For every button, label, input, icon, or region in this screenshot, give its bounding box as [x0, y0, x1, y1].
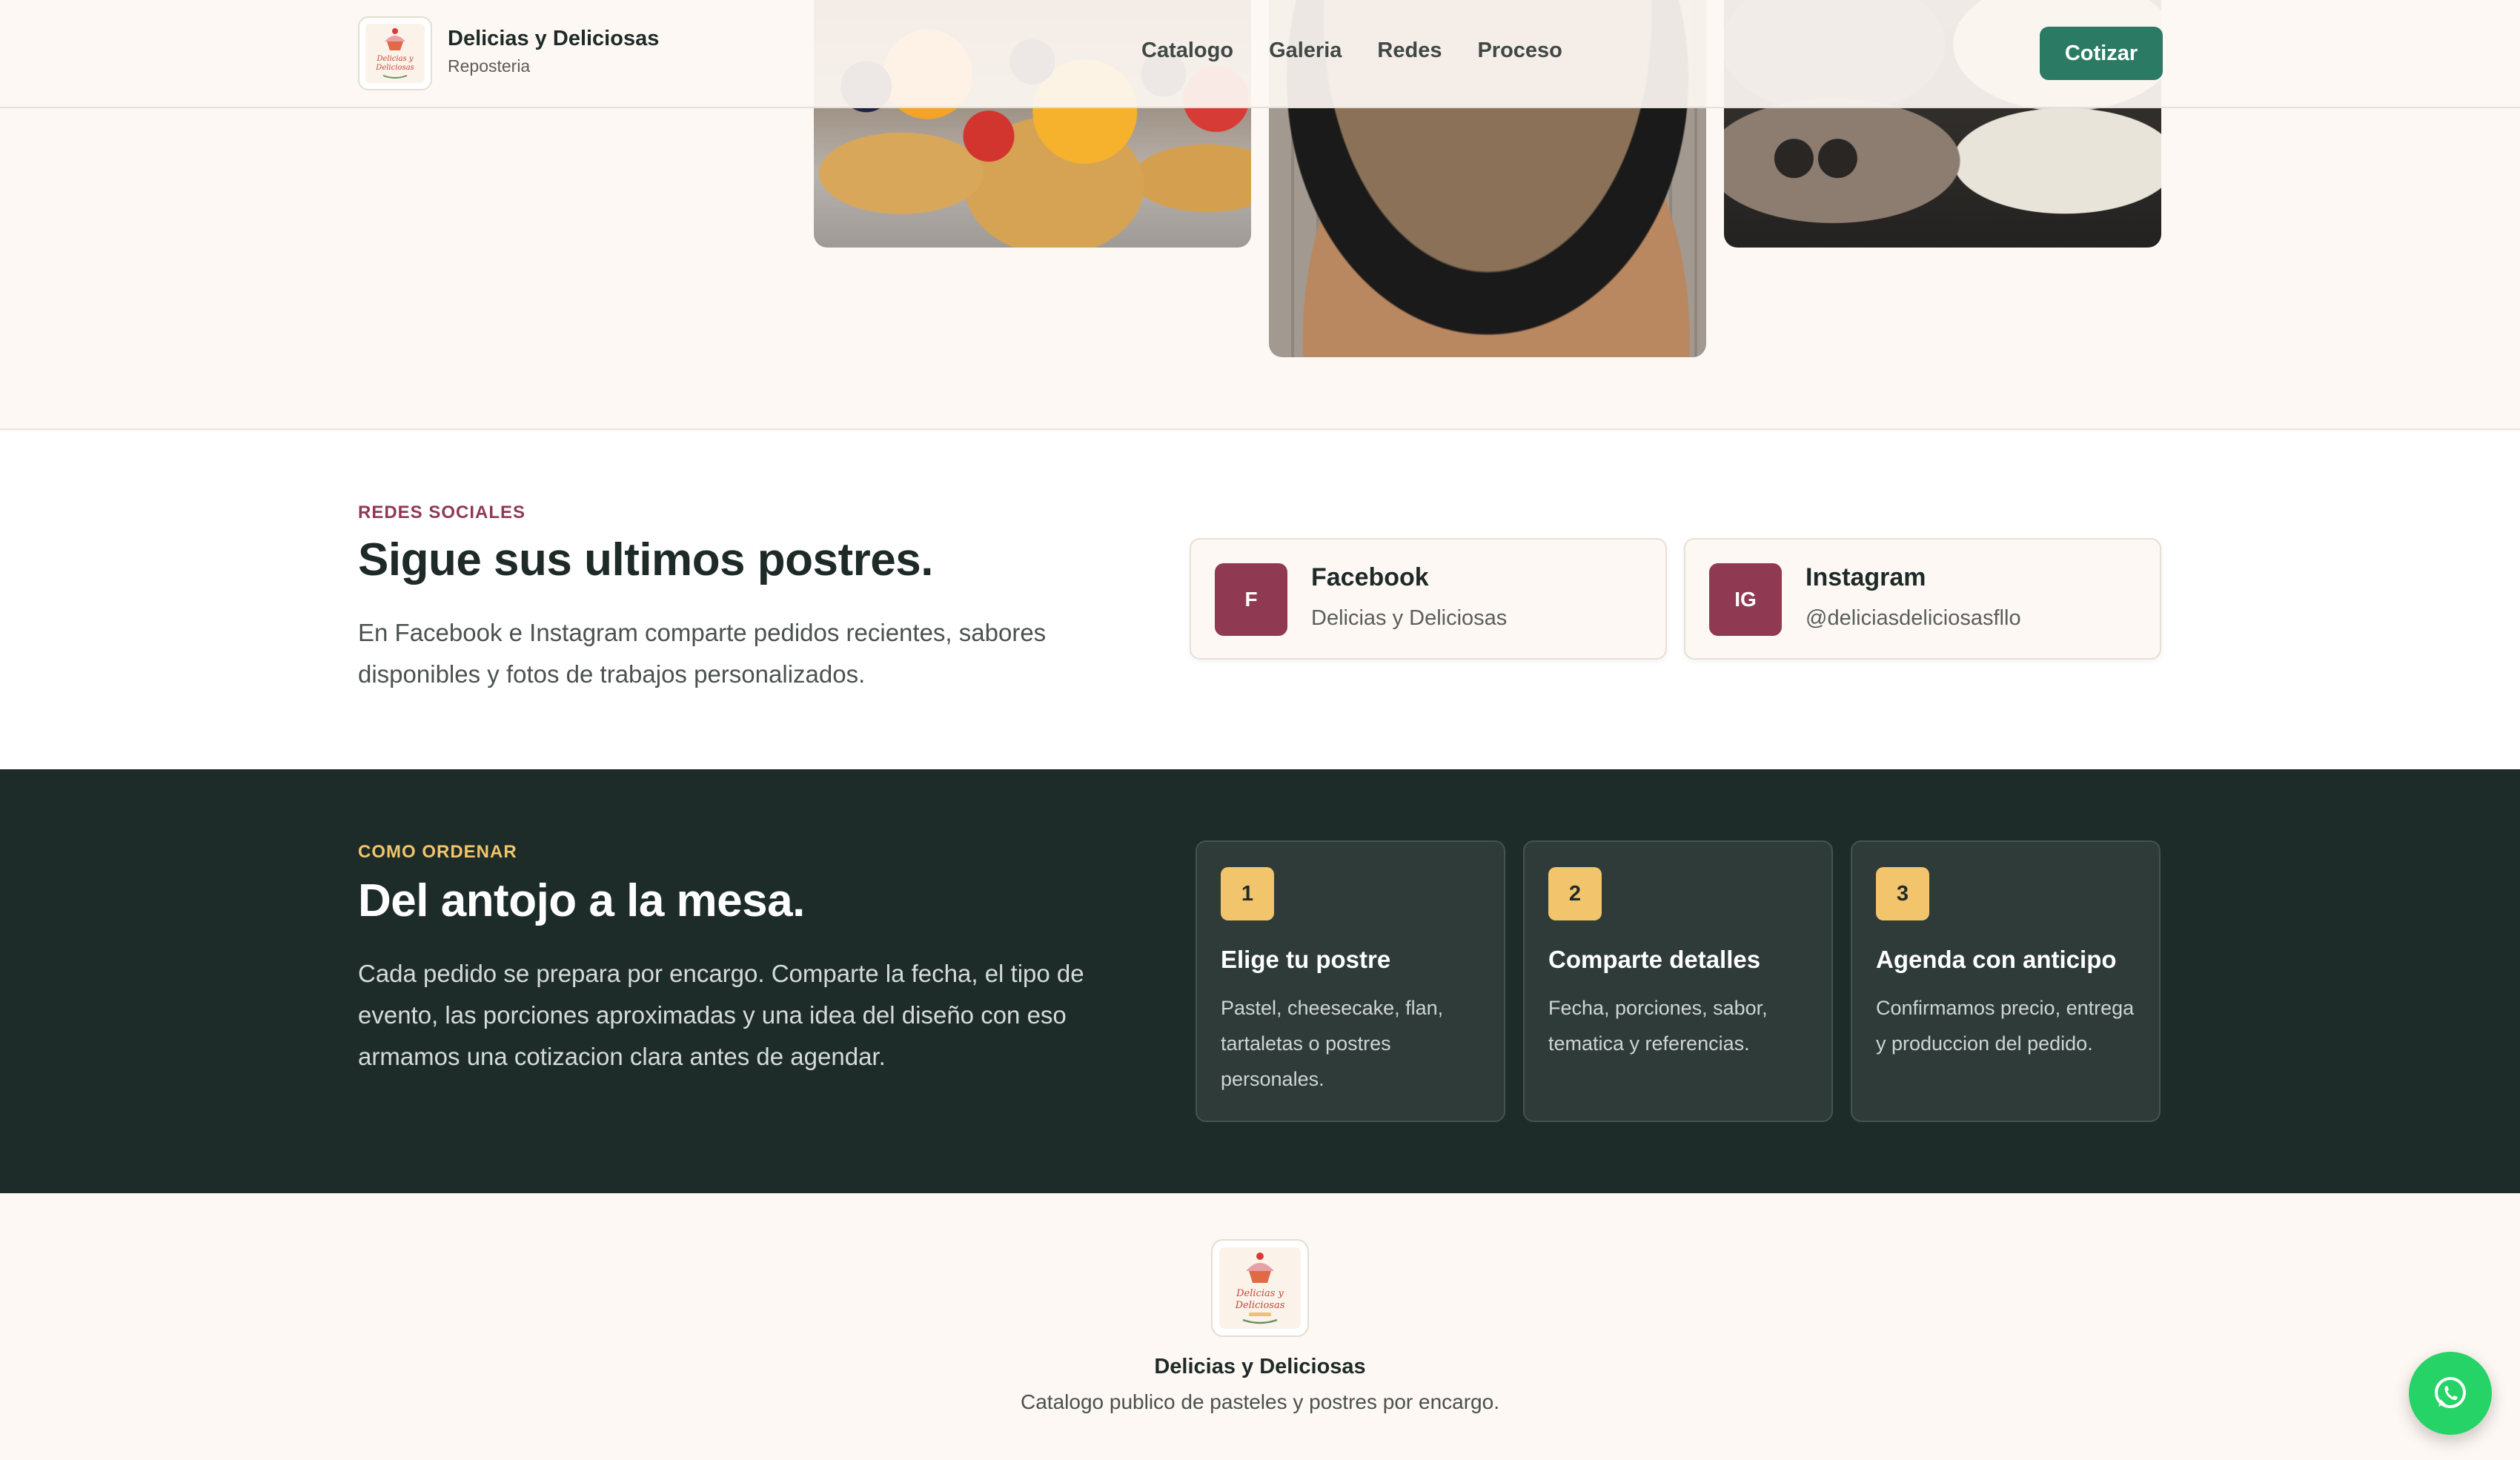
step-card-2: 2 Comparte detalles Fecha, porciones, sa… — [1523, 840, 1833, 1122]
cotizar-button[interactable]: Cotizar — [2040, 27, 2163, 80]
brand-tagline: Reposteria — [448, 56, 531, 76]
instagram-card[interactable]: IG Instagram @deliciasdeliciosasfllo — [1684, 538, 2161, 660]
step-title: Elige tu postre — [1221, 946, 1391, 973]
step-number-badge: 1 — [1221, 867, 1274, 920]
order-eyebrow: COMO ORDENAR — [358, 842, 517, 862]
social-title: Sigue sus ultimos postres. — [358, 534, 933, 585]
step-description: Confirmamos precio, entrega y produccion… — [1876, 997, 2135, 1055]
order-process-section: COMO ORDENAR Del antojo a la mesa. Cada … — [0, 769, 2520, 1193]
logo-text-line2: Deliciosas — [375, 64, 414, 72]
cupcake-logo-icon: Delicias y Deliciosas — [1219, 1247, 1301, 1329]
main-nav: Catalogo Galeria Redes Proceso — [1141, 39, 1562, 63]
brand-logo[interactable]: Delicias y Deliciosas — [358, 16, 432, 90]
instagram-icon: IG — [1709, 563, 1782, 636]
facebook-card[interactable]: F Facebook Delicias y Deliciosas — [1190, 538, 1667, 660]
cupcake-logo-icon: Delicias y Deliciosas — [365, 24, 425, 83]
social-section: REDES SOCIALES Sigue sus ultimos postres… — [0, 431, 2520, 769]
nav-link-proceso[interactable]: Proceso — [1477, 39, 1562, 63]
step-card-1: 1 Elige tu postre Pastel, cheesecake, fl… — [1196, 840, 1505, 1122]
order-title: Del antojo a la mesa. — [358, 875, 805, 926]
step-description: Fecha, porciones, sabor, tematica y refe… — [1548, 997, 1768, 1055]
social-description: En Facebook e Instagram comparte pedidos… — [358, 619, 1047, 688]
step-number-badge: 3 — [1876, 867, 1929, 920]
footer-logo: Delicias y Deliciosas — [1211, 1239, 1309, 1337]
social-eyebrow: REDES SOCIALES — [358, 502, 526, 522]
step-title: Comparte detalles — [1548, 946, 1761, 973]
nav-link-galeria[interactable]: Galeria — [1269, 39, 1342, 63]
site-header: Delicias y Deliciosas Delicias y Delicio… — [0, 0, 2520, 108]
step-card-3: 3 Agenda con anticipo Confirmamos precio… — [1851, 840, 2161, 1122]
logo-text-line2: Deliciosas — [1235, 1300, 1285, 1311]
facebook-icon: F — [1215, 563, 1287, 636]
whatsapp-button[interactable] — [2409, 1352, 2492, 1435]
step-number-badge: 2 — [1548, 867, 1602, 920]
instagram-card-handle: @deliciasdeliciosasfllo — [1806, 606, 2021, 630]
whatsapp-icon — [2435, 1377, 2466, 1408]
logo-text-line1: Delicias y — [1236, 1288, 1284, 1299]
footer-tagline: Catalogo publico de pasteles y postres p… — [1021, 1390, 1499, 1413]
step-description: Pastel, cheesecake, flan, tartaletas o p… — [1221, 997, 1444, 1090]
site-footer: Delicias y Deliciosas Delicias y Delicio… — [0, 1193, 2520, 1460]
facebook-card-handle: Delicias y Deliciosas — [1311, 606, 1508, 630]
step-title: Agenda con anticipo — [1876, 946, 2117, 973]
facebook-card-title: Facebook — [1311, 563, 1429, 591]
nav-link-catalogo[interactable]: Catalogo — [1141, 39, 1233, 63]
footer-brand-name: Delicias y Deliciosas — [1154, 1355, 1366, 1378]
order-description: Cada pedido se prepara por encargo. Comp… — [358, 960, 1084, 1070]
brand-name[interactable]: Delicias y Deliciosas — [448, 27, 659, 51]
nav-link-redes[interactable]: Redes — [1377, 39, 1442, 63]
logo-text-line1: Delicias y — [376, 55, 413, 63]
instagram-card-title: Instagram — [1806, 563, 1926, 591]
